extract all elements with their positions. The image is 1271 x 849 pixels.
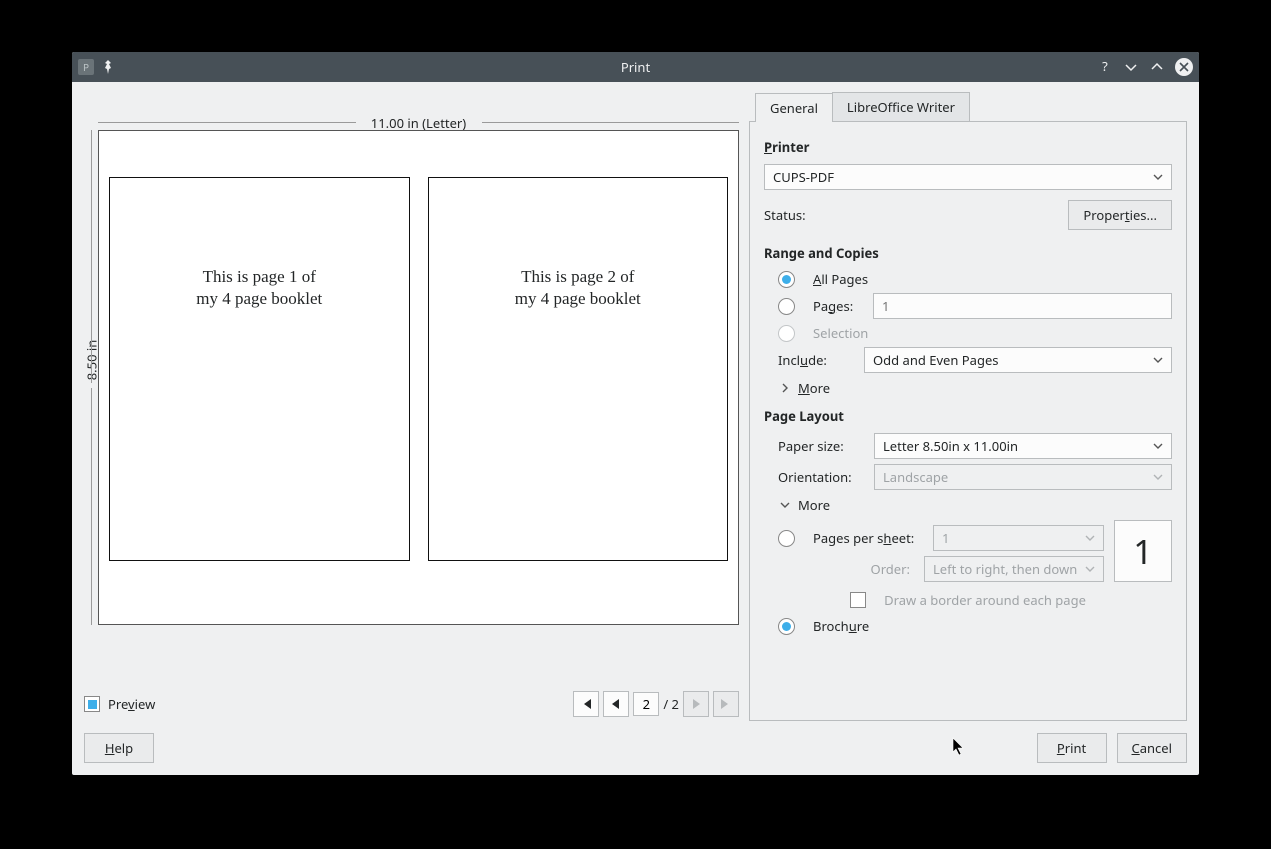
tab-general[interactable]: General — [755, 93, 833, 122]
page1-line1: This is page 1 of — [196, 266, 322, 288]
settings-panel: General LibreOffice Writer Printer CUPS-… — [749, 92, 1187, 721]
svg-text:?: ? — [1102, 59, 1108, 75]
paper-size-label: Paper size: — [778, 437, 864, 455]
radio-pages-per-sheet[interactable] — [778, 530, 795, 547]
border-checkbox — [850, 592, 866, 608]
next-page-button[interactable] — [683, 691, 709, 717]
status-label: Status: — [764, 206, 806, 224]
preview-checkbox-label: Preview — [108, 695, 155, 713]
preview-page-2: This is page 2 of my 4 page booklet — [428, 177, 729, 561]
tab-writer[interactable]: LibreOffice Writer — [832, 92, 970, 121]
include-combo[interactable]: Odd and Even Pages — [864, 347, 1172, 373]
pages-input[interactable] — [873, 293, 1172, 319]
orientation-label: Orientation: — [778, 468, 864, 486]
order-value: Left to right, then down — [933, 560, 1077, 578]
help-icon[interactable]: ? — [1097, 59, 1113, 75]
pps-label: Pages per sheet: — [813, 529, 923, 547]
order-combo: Left to right, then down — [924, 556, 1104, 582]
print-dialog: P Print ? 11.00 in (Le — [72, 52, 1199, 775]
page-total-label: / 2 — [663, 695, 679, 713]
layout-more-label: More — [798, 496, 830, 514]
preview-checkbox[interactable] — [84, 696, 100, 712]
section-printer: Printer — [764, 138, 1172, 156]
close-button[interactable] — [1175, 58, 1193, 76]
all-pages-label: All Pages — [813, 270, 868, 288]
page2-line1: This is page 2 of — [515, 266, 641, 288]
printer-selected: CUPS-PDF — [773, 168, 834, 186]
selection-label: Selection — [813, 324, 868, 342]
range-more-expander[interactable]: More — [780, 379, 1172, 397]
include-value: Odd and Even Pages — [873, 351, 999, 369]
preview-sheet: This is page 1 of my 4 page booklet This… — [98, 130, 739, 625]
paper-size-value: Letter 8.50in x 11.00in — [883, 437, 1018, 455]
maximize-icon[interactable] — [1149, 59, 1165, 75]
printer-combo[interactable]: CUPS-PDF — [764, 164, 1172, 190]
border-label: Draw a border around each page — [884, 591, 1086, 609]
prev-page-button[interactable] — [603, 691, 629, 717]
orientation-combo: Landscape — [874, 464, 1172, 490]
order-label: Order: — [778, 560, 914, 578]
page1-line2: my 4 page booklet — [196, 288, 322, 310]
properties-button[interactable]: Properties... — [1068, 200, 1172, 230]
section-layout: Page Layout — [764, 407, 1172, 425]
pin-icon[interactable] — [100, 59, 116, 75]
radio-selection — [778, 325, 795, 342]
minimize-icon[interactable] — [1123, 59, 1139, 75]
pages-label: Pages: — [813, 297, 863, 315]
range-more-label: More — [798, 379, 830, 397]
paper-size-combo[interactable]: Letter 8.50in x 11.00in — [874, 433, 1172, 459]
page-number-input[interactable] — [633, 692, 659, 716]
preview-page-1: This is page 1 of my 4 page booklet — [109, 177, 410, 561]
page2-line2: my 4 page booklet — [515, 288, 641, 310]
print-button[interactable]: Print — [1037, 733, 1107, 763]
pps-combo: 1 — [933, 525, 1104, 551]
preview-panel: 11.00 in (Letter) 8.50 in This is page 1… — [84, 92, 739, 721]
cancel-button[interactable]: Cancel — [1117, 733, 1187, 763]
pps-thumbnail: 1 — [1114, 520, 1172, 582]
include-label: Include: — [778, 351, 854, 369]
section-range: Range and Copies — [764, 244, 1172, 262]
radio-all-pages[interactable] — [778, 271, 795, 288]
radio-brochure[interactable] — [778, 618, 795, 635]
help-button[interactable]: Help — [84, 733, 154, 763]
layout-more-expander[interactable]: More — [780, 496, 1172, 514]
last-page-button[interactable] — [713, 691, 739, 717]
pps-value: 1 — [942, 529, 949, 547]
radio-pages[interactable] — [778, 298, 795, 315]
app-icon: P — [78, 59, 94, 75]
first-page-button[interactable] — [573, 691, 599, 717]
brochure-label: Brochure — [813, 617, 869, 635]
titlebar: P Print ? — [72, 52, 1199, 82]
cursor-icon — [952, 737, 966, 757]
window-title: Print — [72, 58, 1199, 76]
orientation-value: Landscape — [883, 468, 948, 486]
